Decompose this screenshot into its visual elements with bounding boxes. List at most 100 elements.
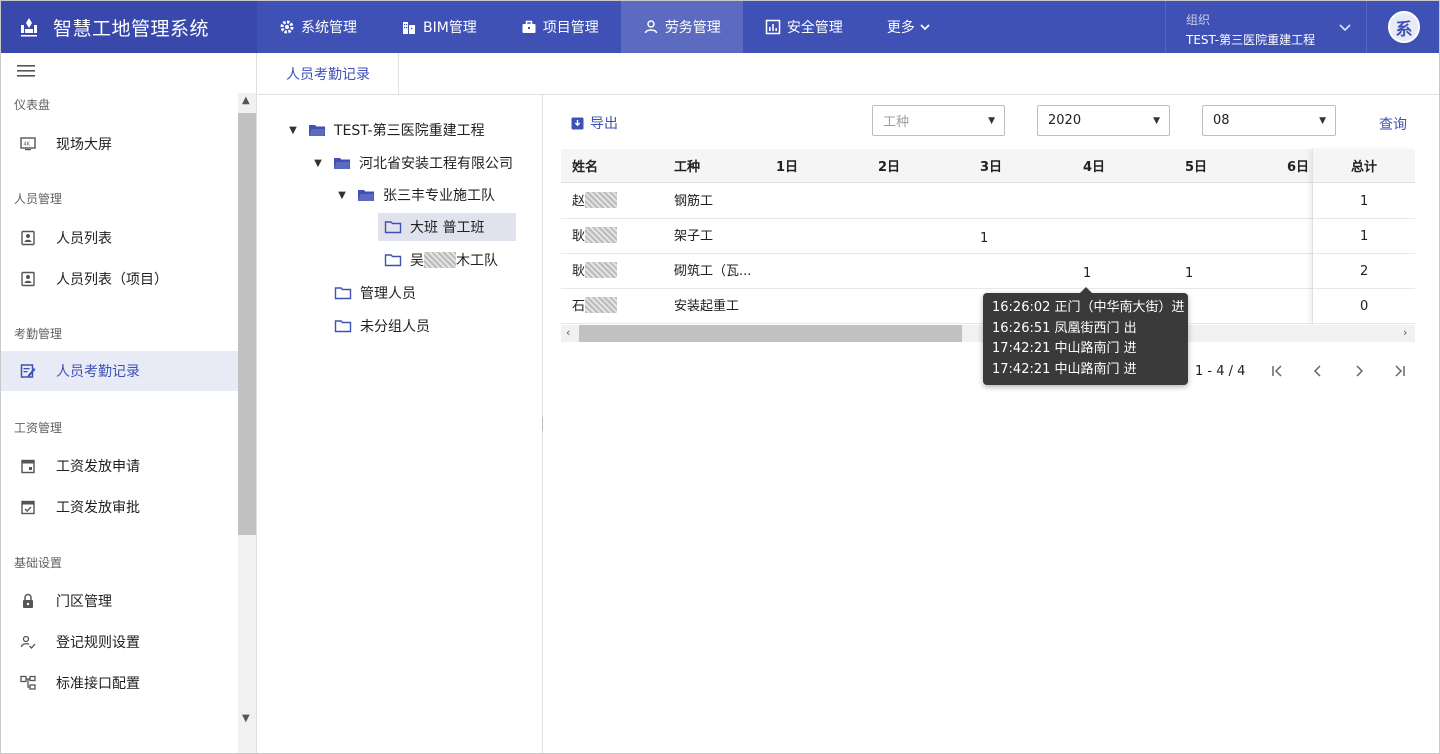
tree-node-general-labor[interactable]: 大班 普工班 [378,213,516,241]
header-day-6[interactable]: 6日 [1287,149,1309,183]
sidebar-item-wage-request[interactable]: 工资发放申请 [1,446,238,486]
scroll-left-icon[interactable]: ‹ [566,326,570,339]
header-day-5[interactable]: 5日 [1185,149,1207,183]
caret-down-icon[interactable]: ▼ [335,190,349,201]
folder-open-icon [357,188,375,202]
year-select[interactable]: 2020 ▼ [1037,105,1170,136]
tooltip-arrow [1080,287,1092,293]
table-scroll-thumb[interactable] [579,325,962,342]
header-day-2[interactable]: 2日 [878,149,900,183]
sidebar-scroll-thumb[interactable] [238,113,256,535]
nav-labor[interactable]: 劳务管理 [620,1,743,53]
table-row[interactable]: 耿 砌筑工（瓦... 1 1 2 [561,254,1415,289]
tooltip-line: 16:26:02 正门（中华南大街）进 [992,300,1185,315]
sidebar-item-interface-config[interactable]: 标准接口配置 [1,663,238,703]
hierarchy-icon [19,675,37,691]
logo-icon [15,13,43,41]
folder-icon [334,319,352,333]
tree-node-team[interactable]: ▼ 张三丰专业施工队 [335,181,495,209]
cell-worktype: 钢筋工 [674,194,714,209]
sidebar-item-big-screen[interactable]: 4K 现场大屏 [1,124,238,164]
month-value: 08 [1213,113,1230,128]
cell-name: 石 [572,289,618,324]
tree-node-project[interactable]: ▼ TEST-第三医院重建工程 [286,116,485,144]
sidebar-section-basic: 基础设置 [14,556,63,570]
header-name[interactable]: 姓名 [572,149,598,183]
download-icon [571,117,584,130]
cell-worktype: 砌筑工（瓦... [674,264,752,279]
folder-icon [384,220,402,234]
cell-name: 耿 [572,219,618,254]
sidebar-item-personnel-list-project[interactable]: 人员列表（项目） [1,259,238,299]
nav-labor-label: 劳务管理 [664,20,721,36]
export-label: 导出 [590,116,618,132]
tree-node-ungrouped[interactable]: 未分组人员 [334,312,430,340]
calendar-icon [19,458,37,474]
nav-safety-label: 安全管理 [786,20,843,36]
top-nav: 系统管理 BIM管理 项目管理 劳务管理 安全管理 更多 [257,1,953,53]
cell-day-5[interactable]: 1 [1185,256,1193,291]
nav-safety[interactable]: 安全管理 [743,1,865,53]
header-day-1[interactable]: 1日 [776,149,798,183]
month-select[interactable]: 08 ▼ [1202,105,1336,136]
lock-icon [19,593,37,609]
sidebar-item-personnel-list[interactable]: 人员列表 [1,218,238,258]
folder-open-icon [308,123,326,137]
dropdown-arrow-icon: ▼ [1153,116,1160,126]
tree-node-carpentry[interactable]: 吴 木工队 [384,246,498,274]
tab-attendance-records[interactable]: 人员考勤记录 [258,53,399,94]
scroll-right-icon[interactable]: › [1403,326,1407,339]
first-page-icon[interactable] [1267,361,1287,381]
sidebar-item-registration-rules[interactable]: 登记规则设置 [1,622,238,662]
cell-day-4[interactable]: 1 [1083,256,1091,291]
nav-more[interactable]: 更多 [865,1,953,53]
nav-bim[interactable]: BIM管理 [379,1,499,53]
last-page-icon[interactable] [1390,361,1410,381]
worktype-select[interactable]: 工种 ▼ [872,105,1005,136]
export-button[interactable]: 导出 [571,113,618,133]
cell-worktype: 安装起重工 [674,299,740,314]
sidebar-item-wage-approval[interactable]: 工资发放审批 [1,487,238,527]
query-button[interactable]: 查询 [1379,114,1407,134]
chevron-down-icon [1338,19,1352,38]
gear-icon [279,19,295,35]
nav-system[interactable]: 系统管理 [257,1,379,53]
org-selector[interactable]: 组织 TEST-第三医院重建工程 [1165,1,1367,53]
sidebar-scrollbar[interactable]: ▲ ▼ [238,93,256,753]
brand[interactable]: 智慧工地管理系统 [1,1,257,53]
dropdown-arrow-icon: ▼ [1319,116,1326,126]
splitter-handle[interactable] [542,417,544,431]
header-worktype[interactable]: 工种 [674,149,700,183]
cell-day-3[interactable]: 1 [980,221,988,256]
table-row[interactable]: 赵 钢筋工 1 [561,184,1415,219]
sidebar-section-attendance: 考勤管理 [14,327,63,341]
tree-node-management[interactable]: 管理人员 [334,279,416,307]
sidebar-section-dashboard: 仪表盘 [14,98,51,112]
header-day-3[interactable]: 3日 [980,149,1002,183]
tree-node-label: 大班 普工班 [410,220,485,236]
scroll-up-icon[interactable]: ▲ [242,95,250,106]
redacted-text [424,252,456,268]
folder-icon [384,253,402,267]
tree-node-label: TEST-第三医院重建工程 [334,123,485,139]
attendance-tooltip: 16:26:02 正门（中华南大街）进 16:26:51 凤凰街西门 出 17:… [983,287,1188,385]
caret-down-icon[interactable]: ▼ [311,158,325,169]
tree-node-label: 张三丰专业施工队 [383,188,495,204]
year-value: 2020 [1048,113,1082,128]
nav-project[interactable]: 项目管理 [499,1,621,53]
header-day-4[interactable]: 4日 [1083,149,1105,183]
table-header: 姓名 工种 1日 2日 3日 4日 5日 6日 总计 [561,149,1415,183]
table-row[interactable]: 耿 架子工 1 1 [561,219,1415,254]
badge-icon [19,271,37,287]
menu-icon[interactable] [17,63,37,79]
scroll-down-icon[interactable]: ▼ [242,713,250,724]
sidebar-item-attendance-records[interactable]: 人员考勤记录 [1,351,238,391]
prev-page-icon[interactable] [1308,361,1328,381]
org-tree: ▼ TEST-第三医院重建工程 ▼ 河北省安装工程有限公司 ▼ 张三丰专业施工队… [258,95,543,753]
avatar[interactable]: 系 [1388,11,1420,43]
total-column-divider [1312,149,1415,324]
tree-node-company[interactable]: ▼ 河北省安装工程有限公司 [311,149,513,177]
sidebar-item-gate-management[interactable]: 门区管理 [1,581,238,621]
next-page-icon[interactable] [1349,361,1369,381]
caret-down-icon[interactable]: ▼ [286,125,300,136]
